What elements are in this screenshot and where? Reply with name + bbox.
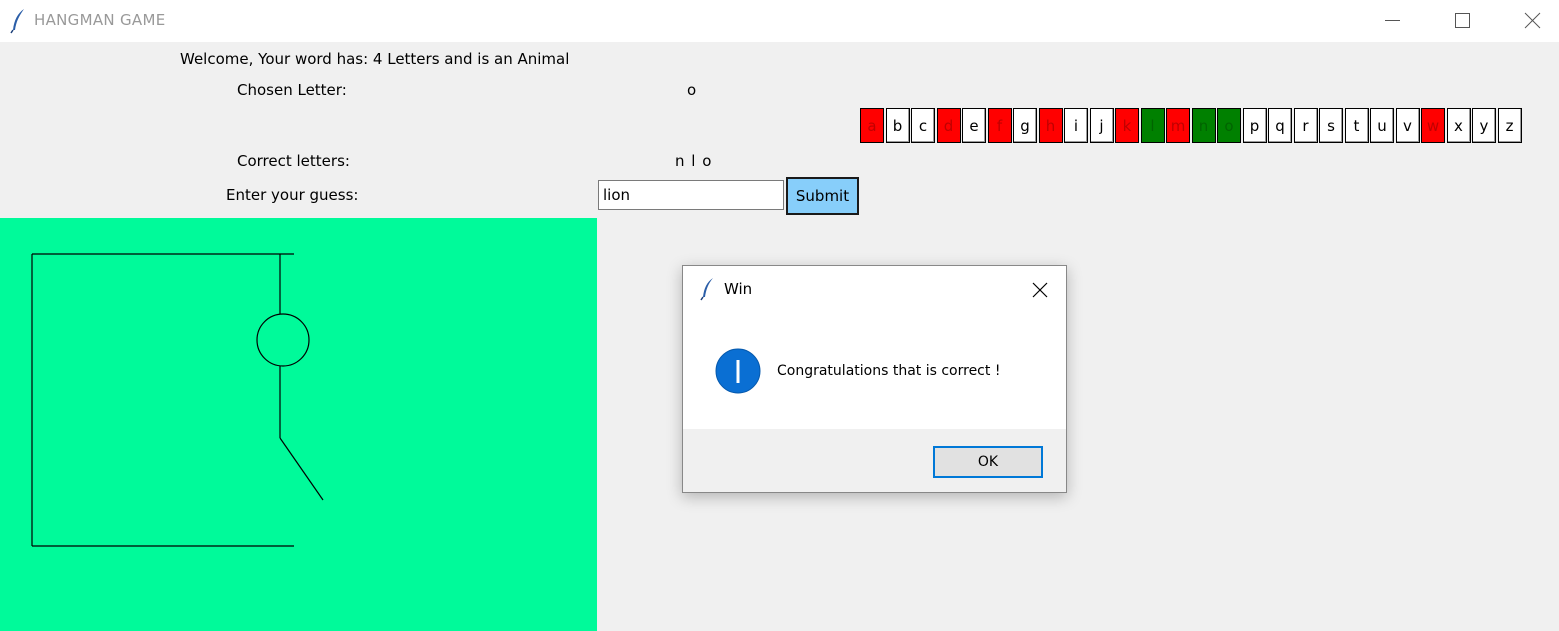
correct-letters-label: Correct letters: bbox=[237, 152, 350, 170]
letter-button-j[interactable]: j bbox=[1089, 108, 1114, 143]
letter-button-v[interactable]: v bbox=[1395, 108, 1420, 143]
feather-icon bbox=[10, 9, 24, 34]
close-icon bbox=[1032, 282, 1048, 298]
letter-button-x[interactable]: x bbox=[1446, 108, 1471, 143]
letter-button-h[interactable]: h bbox=[1038, 108, 1063, 143]
letter-button-b[interactable]: b bbox=[885, 108, 910, 143]
hangman-window: HANGMAN GAME Welcome, Your word has: 4 L… bbox=[0, 0, 1559, 631]
close-icon bbox=[1524, 12, 1541, 29]
letter-button-f[interactable]: f bbox=[987, 108, 1012, 143]
info-icon bbox=[715, 348, 761, 394]
guess-input[interactable] bbox=[598, 180, 784, 210]
enter-guess-label: Enter your guess: bbox=[226, 186, 359, 204]
ok-button[interactable]: OK bbox=[933, 446, 1043, 478]
letter-button-d[interactable]: d bbox=[936, 108, 961, 143]
dialog-close-button[interactable] bbox=[1021, 276, 1061, 304]
letter-button-t[interactable]: t bbox=[1344, 108, 1369, 143]
chosen-letter-value: o bbox=[687, 81, 697, 99]
letter-button-r[interactable]: r bbox=[1293, 108, 1318, 143]
letter-button-k[interactable]: k bbox=[1115, 108, 1139, 143]
welcome-label: Welcome, Your word has: 4 Letters and is… bbox=[180, 50, 570, 68]
letter-button-z[interactable]: z bbox=[1497, 108, 1522, 143]
dialog-message: Congratulations that is correct ! bbox=[777, 363, 1001, 379]
hangman-head bbox=[256, 313, 310, 367]
letter-button-g[interactable]: g bbox=[1013, 108, 1037, 143]
close-button[interactable] bbox=[1498, 0, 1559, 42]
letter-button-q[interactable]: q bbox=[1268, 108, 1292, 143]
maximize-icon bbox=[1455, 13, 1470, 28]
hangman-canvas bbox=[0, 218, 597, 631]
hangman-drawing bbox=[31, 253, 324, 547]
letter-button-w[interactable]: w bbox=[1421, 108, 1445, 143]
window-title: HANGMAN GAME bbox=[34, 11, 166, 29]
letter-button-u[interactable]: u bbox=[1370, 108, 1394, 143]
letter-button-y[interactable]: y bbox=[1472, 108, 1496, 143]
letter-button-s[interactable]: s bbox=[1319, 108, 1343, 143]
maximize-button[interactable] bbox=[1428, 0, 1498, 42]
hangman-leg bbox=[279, 437, 324, 501]
minimize-icon bbox=[1385, 20, 1400, 21]
title-bar: HANGMAN GAME bbox=[0, 0, 1559, 42]
letter-button-i[interactable]: i bbox=[1064, 108, 1088, 143]
letter-button-e[interactable]: e bbox=[962, 108, 986, 143]
correct-letters-value: n l o bbox=[675, 152, 713, 170]
win-dialog: Win Congratulations that is correct ! OK bbox=[682, 265, 1067, 493]
letter-buttons: abcdefghijklmnopqrstuvwxyz bbox=[860, 108, 1523, 143]
dialog-title: Win bbox=[724, 280, 753, 298]
letter-button-c[interactable]: c bbox=[911, 108, 935, 143]
letter-button-n[interactable]: n bbox=[1191, 108, 1216, 143]
chosen-letter-label: Chosen Letter: bbox=[237, 81, 347, 99]
letter-button-p[interactable]: p bbox=[1242, 108, 1267, 143]
letter-button-l[interactable]: l bbox=[1140, 108, 1165, 143]
letter-button-o[interactable]: o bbox=[1217, 108, 1241, 143]
submit-button[interactable]: Submit bbox=[786, 177, 859, 215]
feather-icon bbox=[700, 278, 713, 301]
minimize-button[interactable] bbox=[1358, 0, 1428, 42]
letter-button-m[interactable]: m bbox=[1166, 108, 1190, 143]
letter-button-a[interactable]: a bbox=[860, 108, 884, 143]
